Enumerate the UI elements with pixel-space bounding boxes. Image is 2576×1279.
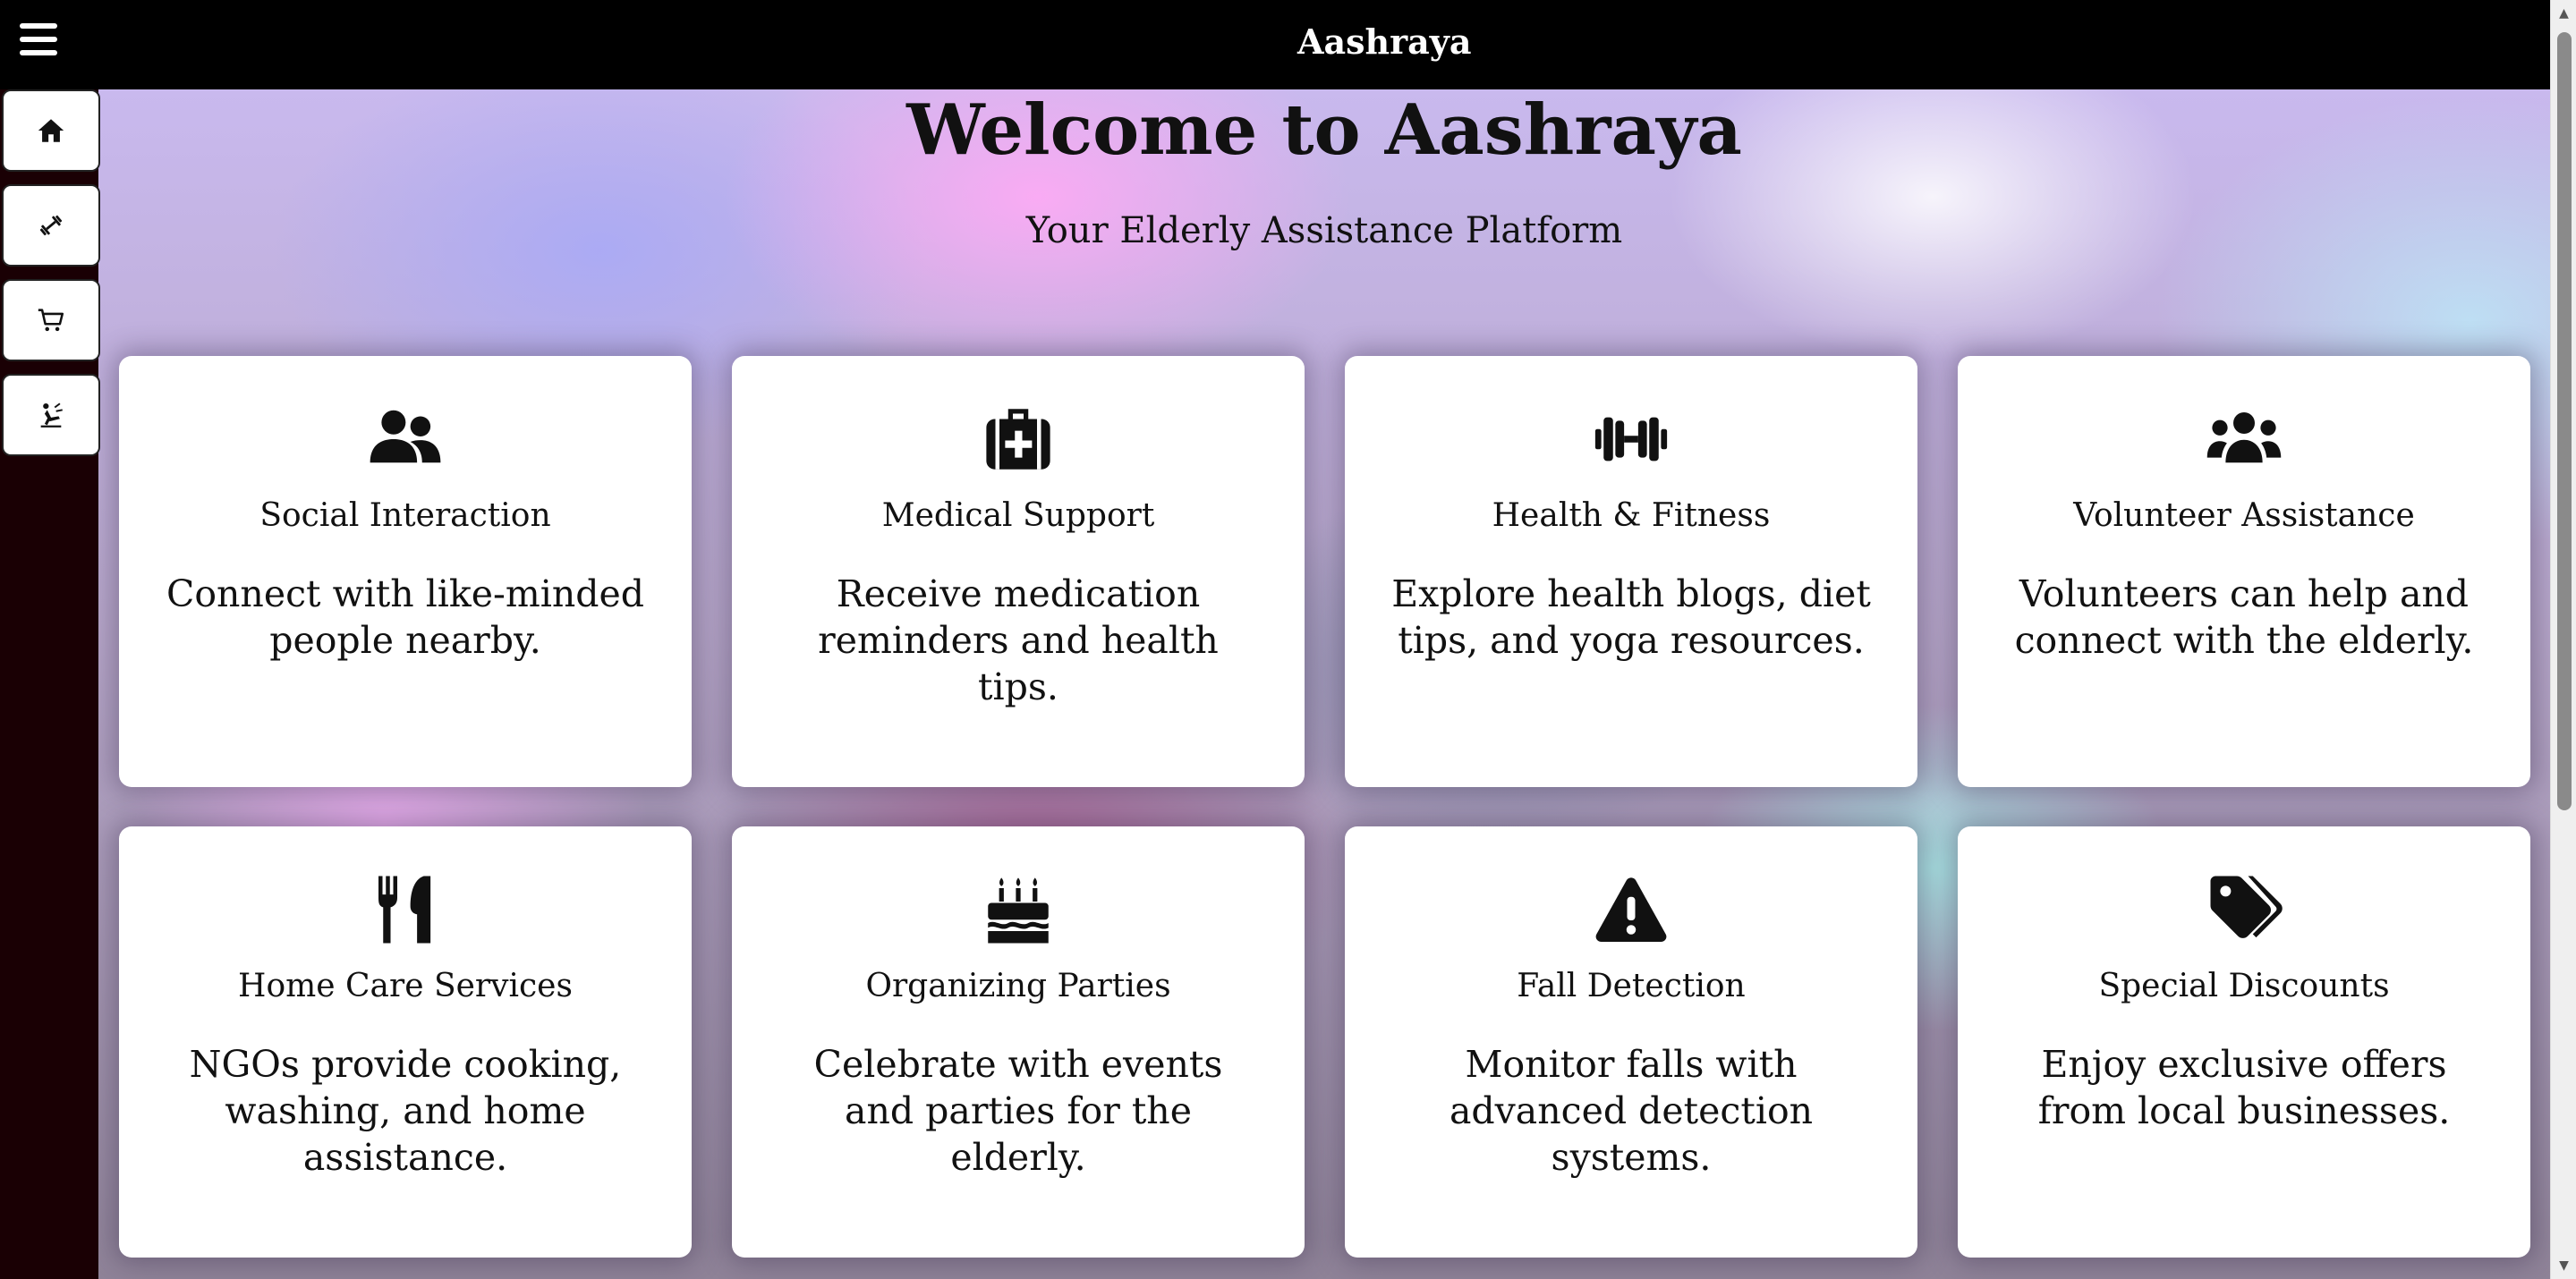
warning-triangle-icon xyxy=(1595,877,1667,942)
utensils-icon xyxy=(378,876,431,944)
app-title: Aashraya xyxy=(1297,21,1472,62)
vertical-scrollbar[interactable]: ▲ ▼ xyxy=(2550,0,2576,1279)
card-description: Celebrate with events and parties for th… xyxy=(813,1043,1223,1179)
page-title: Welcome to Aashraya xyxy=(906,89,1742,171)
feature-card-health-fitness[interactable]: Health & Fitness Explore health blogs, d… xyxy=(1345,356,1917,787)
feature-card-fall-detection[interactable]: Fall Detection Monitor falls with advanc… xyxy=(1345,826,1917,1258)
card-title: Volunteer Assistance xyxy=(2073,497,2415,534)
card-title: Social Interaction xyxy=(259,497,551,534)
sidebar-item-home[interactable] xyxy=(2,89,100,172)
card-title: Special Discounts xyxy=(2098,968,2390,1004)
page-subtitle: Your Elderly Assistance Platform xyxy=(1025,210,1623,251)
card-title: Organizing Parties xyxy=(865,968,1171,1004)
sidebar-item-fitness[interactable] xyxy=(2,184,100,267)
cart-icon xyxy=(38,309,64,332)
card-title: Medical Support xyxy=(881,497,1155,534)
card-title: Health & Fitness xyxy=(1492,497,1771,534)
card-description: Connect with like-minded people nearby. xyxy=(166,572,645,662)
user-group-icon xyxy=(370,410,441,463)
card-description: Volunteers can help and connect with the… xyxy=(2014,572,2474,662)
top-bar: Aashraya xyxy=(0,0,2550,89)
sidebar-item-shop[interactable] xyxy=(2,279,100,361)
scrollbar-thumb[interactable] xyxy=(2557,32,2572,810)
dumbbell-icon xyxy=(1594,417,1668,462)
scroll-up-arrow-icon[interactable]: ▲ xyxy=(2551,0,2576,27)
tags-icon xyxy=(2210,876,2283,938)
feature-card-social-interaction[interactable]: Social Interaction Connect with like-min… xyxy=(119,356,692,787)
person-falling-icon xyxy=(40,402,63,428)
feature-card-organizing-parties[interactable]: Organizing Parties Celebrate with events… xyxy=(732,826,1305,1258)
card-description: NGOs provide cooking, washing, and home … xyxy=(189,1043,622,1179)
home-icon xyxy=(38,119,64,142)
scroll-down-arrow-icon[interactable]: ▼ xyxy=(2551,1252,2576,1279)
feature-card-home-care-services[interactable]: Home Care Services NGOs provide cooking,… xyxy=(119,826,692,1258)
sidebar xyxy=(0,89,100,1279)
card-title: Fall Detection xyxy=(1517,968,1746,1004)
birthday-cake-icon xyxy=(988,877,1049,944)
card-description: Monitor falls with advanced detection sy… xyxy=(1449,1043,1814,1179)
app-root: Aashraya Welcome to Aashraya Your Elderl… xyxy=(0,0,2576,1279)
medical-kit-icon xyxy=(986,409,1050,470)
feature-card-special-discounts[interactable]: Special Discounts Enjoy exclusive offers… xyxy=(1958,826,2530,1258)
card-description: Receive medication reminders and health … xyxy=(818,572,1219,708)
card-title: Home Care Services xyxy=(238,968,573,1004)
feature-card-medical-support[interactable]: Medical Support Receive medication remin… xyxy=(732,356,1305,787)
hamburger-menu-icon[interactable] xyxy=(20,23,57,55)
dumbbell-icon xyxy=(39,215,63,236)
card-description: Explore health blogs, diet tips, and yog… xyxy=(1391,572,1871,662)
users-icon xyxy=(2206,412,2282,463)
card-description: Enjoy exclusive offers from local busine… xyxy=(2037,1043,2451,1132)
sidebar-item-fall-detection[interactable] xyxy=(2,374,100,456)
feature-card-volunteer-assistance[interactable]: Volunteer Assistance Volunteers can help… xyxy=(1958,356,2530,787)
